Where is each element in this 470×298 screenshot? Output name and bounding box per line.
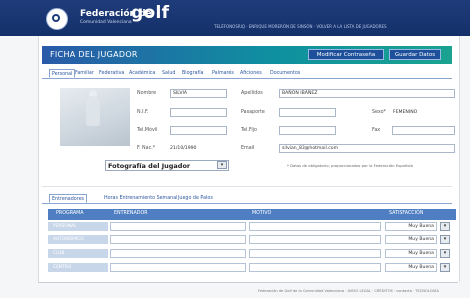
fax-field[interactable] — [392, 126, 455, 135]
label-fecha-nacimiento: F. Nac.* — [137, 146, 156, 151]
label-fax: Fax — [372, 128, 381, 133]
sexo-value: FEMENINO — [393, 110, 418, 115]
tab-entrenadores[interactable]: Entrenadores — [49, 194, 88, 203]
brand-golf-word: golf — [131, 3, 170, 23]
header-nav-links[interactable]: TELÉFONOSRIQ · ENRIQUE MORERÓN DE SINSÓN… — [214, 24, 387, 29]
row-label-autonomico: AUTONÓMICO — [48, 235, 108, 244]
tab-horas-entrenamiento[interactable]: Horas Entrenamiento Semanal — [104, 195, 178, 203]
motivo-cell[interactable] — [249, 222, 381, 231]
label-email: Email — [241, 146, 255, 151]
label-tel-fijo: Tel.Fijo — [241, 128, 257, 133]
tab-juego-de-palos[interactable]: Juego de Palos — [178, 195, 213, 203]
label-nif: N.I.F. — [137, 110, 149, 115]
fecha-nacimiento-value: 21/10/1990 — [170, 146, 197, 151]
site-header — [0, 0, 470, 36]
label-tel-movil: Tel.Móvil — [137, 128, 158, 133]
tab-biografia[interactable]: Biografía — [182, 70, 203, 78]
col-motivo: MOTIVO — [252, 211, 272, 216]
row-label-club: CLUB — [48, 249, 108, 258]
row-label-centro: CENTRO — [48, 263, 108, 272]
label-nombre: Nombre — [137, 91, 157, 96]
tab-palmares[interactable]: Palmarés — [212, 70, 234, 78]
row-label-personal: PERSONAL — [48, 222, 108, 231]
required-fields-note: * Datos de obligatorio, proporcionados p… — [287, 163, 413, 168]
footer-divider — [38, 282, 458, 283]
label-apellidos: Apellidos — [241, 91, 263, 96]
chevron-down-icon[interactable]: ▾ — [440, 222, 450, 231]
motivo-cell[interactable] — [249, 263, 381, 272]
pasaporte-field[interactable] — [279, 108, 336, 117]
chevron-down-icon[interactable]: ▾ — [440, 249, 450, 258]
tab-documentos[interactable]: Documentos — [270, 70, 300, 78]
apellidos-field[interactable]: BAÑÓN IBÁÑEZ — [279, 89, 455, 98]
entrenador-cell[interactable] — [110, 249, 246, 258]
chevron-down-icon[interactable]: ▾ — [217, 161, 227, 169]
footer-links[interactable]: Federación de Golf de la Comunidad Valen… — [258, 289, 439, 293]
satisfaccion-select[interactable]: Muy Buena — [385, 235, 437, 244]
tab-aficiones[interactable]: Aficiones — [240, 70, 262, 78]
entrenador-cell[interactable] — [110, 222, 246, 231]
logo-ball-icon — [52, 14, 60, 22]
label-pasaporte: Pasaporte — [241, 110, 265, 115]
page-title: FICHA DEL JUGADOR — [50, 50, 138, 59]
label-sexo: Sexo* — [372, 110, 386, 115]
photo-select-label: Fotografía del Jugador — [108, 162, 191, 170]
change-password-button[interactable]: Modificar Contraseña — [308, 49, 384, 60]
tab-federativa[interactable]: Federativa — [99, 70, 124, 78]
satisfaccion-select[interactable]: Muy Buena — [385, 263, 437, 272]
motivo-cell[interactable] — [249, 235, 381, 244]
brand-subtitle: Comunidad Valenciana — [80, 20, 132, 25]
tab-salud[interactable]: Salud — [162, 70, 175, 78]
satisfaccion-select[interactable]: Muy Buena — [385, 222, 437, 231]
nombre-field[interactable]: SILVIA — [170, 89, 227, 98]
tab-familiar[interactable]: Familiar — [75, 70, 94, 78]
section-divider — [42, 186, 452, 187]
motivo-cell[interactable] — [249, 249, 381, 258]
chevron-down-icon[interactable]: ▾ — [440, 263, 450, 272]
tel-fijo-field[interactable] — [279, 126, 336, 135]
col-entrenador: ENTRENADOR — [114, 211, 148, 216]
entrenador-cell[interactable] — [110, 235, 246, 244]
satisfaccion-select[interactable]: Muy Buena — [385, 249, 437, 258]
col-satisfaccion: SATISFACCIÓN — [389, 211, 424, 216]
entrenador-cell[interactable] — [110, 263, 246, 272]
email-field[interactable]: silvian_83@hotmail.com — [279, 144, 455, 153]
save-data-button[interactable]: Guardar Datos — [389, 49, 441, 60]
tab-personal[interactable]: Personal — [49, 69, 76, 78]
chevron-down-icon[interactable]: ▾ — [440, 235, 450, 244]
nif-field[interactable] — [170, 108, 227, 117]
photo-figure-body — [86, 96, 100, 126]
tab-academica[interactable]: Académica — [129, 70, 155, 78]
col-programa: PROGRAMA — [56, 211, 84, 216]
tel-movil-field[interactable] — [170, 126, 227, 135]
